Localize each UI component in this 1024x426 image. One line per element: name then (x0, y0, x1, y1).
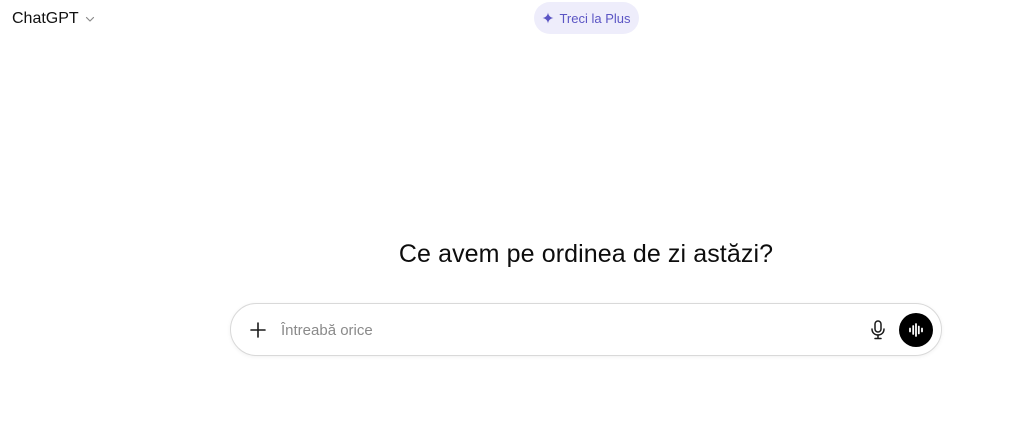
microphone-icon[interactable] (868, 319, 888, 341)
prompt-composer (230, 303, 942, 356)
prompt-input[interactable] (281, 316, 841, 344)
voice-mode-button[interactable] (899, 313, 933, 347)
model-label: ChatGPT (12, 10, 79, 27)
waveform-icon (909, 323, 923, 337)
sparkle-icon (542, 12, 554, 24)
model-selector[interactable]: ChatGPT (12, 8, 95, 30)
chevron-down-icon (85, 16, 94, 22)
page-title: Ce avem pe ordinea de zi astăzi? (398, 240, 774, 268)
chat-page: ChatGPT Treci la Plus Ce avem pe ordinea… (0, 0, 1024, 426)
plus-icon[interactable] (247, 319, 269, 341)
upgrade-label: Treci la Plus (559, 10, 631, 26)
upgrade-plus-button[interactable]: Treci la Plus (534, 2, 639, 34)
